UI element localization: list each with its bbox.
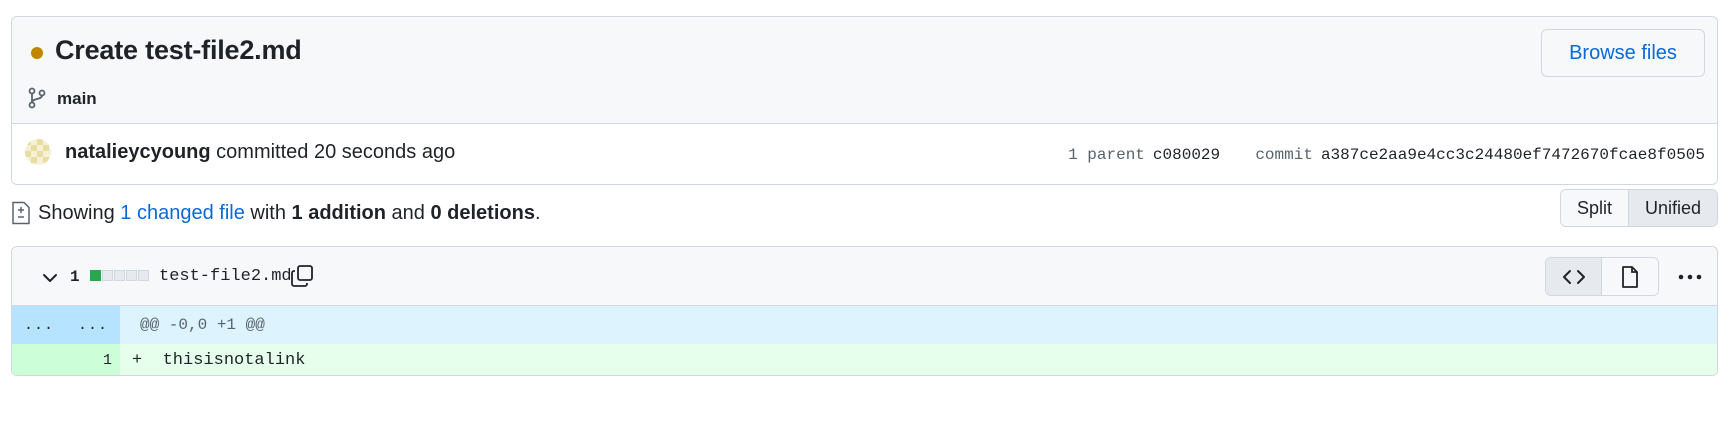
diffstat-blocks	[90, 270, 149, 281]
file-diff-icon	[12, 201, 30, 225]
author-link[interactable]: natalieycyoung	[65, 141, 211, 163]
change-count: 1	[70, 268, 80, 286]
summary-and: and	[391, 201, 425, 224]
hunk-header: @@ -0,0 +1 @@	[140, 316, 265, 334]
diffstat-added-block	[90, 270, 101, 281]
new-line-number[interactable]: 1	[66, 344, 120, 375]
code-icon	[1562, 269, 1585, 284]
avatar[interactable]	[25, 139, 51, 165]
diff-marker: +	[132, 350, 143, 370]
commit-meta: natalieycyoung committed 20 seconds ago …	[12, 124, 1717, 184]
chevron-down-icon[interactable]	[40, 268, 60, 288]
committed-label: committed	[216, 141, 309, 163]
summary-with: with	[250, 201, 286, 224]
rich-view-button[interactable]	[1602, 258, 1658, 295]
status-dot	[31, 47, 43, 59]
diffstat-neutral-block	[102, 270, 113, 281]
code-view-button[interactable]	[1546, 258, 1602, 295]
deletions-count: 0 deletions	[430, 201, 535, 224]
kebab-horizontal-icon[interactable]	[1677, 267, 1703, 287]
diffstat-neutral-block	[138, 270, 149, 281]
summary-end: .	[534, 201, 541, 224]
file-header: 1 test-file2.md	[12, 247, 1717, 306]
additions-count: 1 addition	[291, 201, 386, 224]
diff-line-text: thisisnotalink	[162, 350, 306, 370]
commit-author-line: natalieycyoung committed 20 seconds ago	[65, 141, 455, 164]
commit-sha: a387ce2aa9e4cc3c24480ef7472670fcae8f0505	[1320, 146, 1705, 164]
file-view-toggle	[1545, 257, 1659, 296]
diffstat-neutral-block	[126, 270, 137, 281]
branch-name[interactable]: main	[57, 89, 97, 109]
browse-files-button[interactable]: Browse files	[1541, 29, 1705, 77]
unified-button[interactable]: Unified	[1628, 190, 1717, 226]
old-line-number	[12, 344, 66, 375]
diffstat-neutral-block	[114, 270, 125, 281]
commit-time: 20 seconds ago	[313, 141, 456, 163]
git-branch-icon	[28, 87, 46, 109]
parent-sha-link[interactable]: c080029	[1153, 146, 1220, 164]
hunk-expand-new[interactable]: ...	[66, 306, 120, 344]
parent-label: 1 parent	[1068, 146, 1145, 164]
diff-view-toggle: Split Unified	[1559, 189, 1718, 227]
hunk-expand-old[interactable]: ...	[12, 306, 66, 344]
commit-box: Create test-file2.md main Browse files n…	[11, 16, 1718, 185]
copy-icon[interactable]	[290, 264, 314, 288]
file-diff: 1 test-file2.md ... ... @@ -0,0 +1 @@ 1 …	[11, 246, 1718, 376]
diff-added-line: 1 + thisisnotalink	[12, 344, 1717, 375]
split-button[interactable]: Split	[1560, 190, 1629, 226]
diff-summary: Showing 1 changed file with 1 addition a…	[11, 196, 541, 230]
summary-prefix: Showing	[38, 201, 115, 224]
file-name[interactable]: test-file2.md	[159, 267, 292, 286]
file-icon	[1622, 265, 1638, 288]
commit-title: Create test-file2.md	[55, 35, 302, 65]
commit-header: Create test-file2.md main Browse files	[12, 17, 1717, 124]
changed-files-link[interactable]: 1 changed file	[120, 202, 245, 225]
diff-line-content: + thisisnotalink	[120, 344, 306, 375]
hunk-header-row: ... ... @@ -0,0 +1 @@	[12, 306, 1717, 344]
commit-sha-line: 1 parent c080029 commit a387ce2aa9e4cc3c…	[1068, 146, 1705, 164]
commit-label: commit	[1255, 146, 1313, 164]
